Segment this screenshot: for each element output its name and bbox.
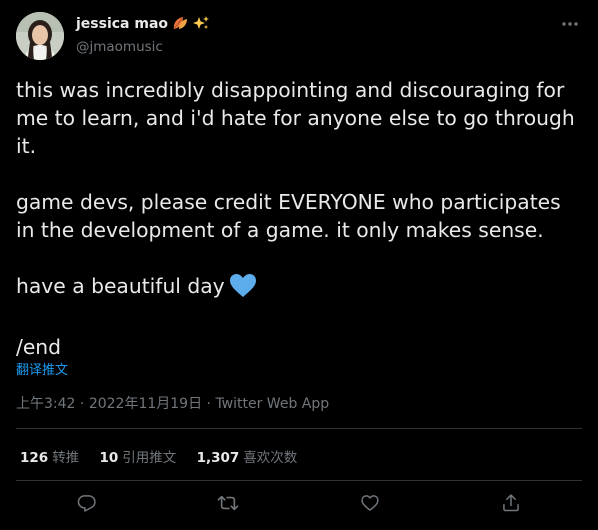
avatar[interactable] [16,12,64,60]
author-block: jessica mao @jmaomusic [76,14,210,57]
sparkles-icon [192,15,210,37]
tweet-header: jessica mao @jmaomusic [16,12,582,62]
share-button[interactable] [496,490,526,520]
reply-icon [77,493,97,517]
quotes-stat[interactable]: 10 引用推文 [99,446,176,466]
like-icon [360,493,380,517]
tweet-source[interactable]: Twitter Web App [215,396,329,412]
tweet-paragraph: game devs, please credit EVERYONE who pa… [16,190,561,242]
display-name[interactable]: jessica mao [76,16,168,32]
tweet-paragraph: this was incredibly disappointing and di… [16,78,575,158]
like-button[interactable] [355,490,385,520]
retweet-button[interactable] [213,490,243,520]
divider [16,428,582,429]
tweet-text: this was incredibly disappointing and di… [16,76,582,361]
tweet: jessica mao @jmaomusic this was incredib… [0,0,598,530]
tweet-meta: 上午3:42 · 2022年11月19日 · Twitter Web App [16,393,329,413]
divider [16,480,582,481]
likes-stat[interactable]: 1,307 喜欢次数 [197,446,298,466]
more-options-button[interactable] [558,14,582,38]
more-dots-icon [561,15,579,37]
blue-heart-icon [229,273,257,305]
share-icon [501,493,521,517]
handle[interactable]: @jmaomusic [76,37,210,57]
tweet-stats: 126 转推 10 引用推文 1,307 喜欢次数 [20,446,313,466]
retweets-stat[interactable]: 126 转推 [20,446,79,466]
tweet-paragraph-with-emoji: have a beautiful day [16,272,582,305]
retweet-icon [217,493,239,517]
translate-tweet-link[interactable]: 翻译推文 [16,359,68,378]
tweet-time[interactable]: 上午3:42 · 2022年11月19日 [16,396,202,412]
reply-button[interactable] [72,490,102,520]
tweet-paragraph: /end [16,335,62,359]
leaf-icon [171,15,189,37]
meta-separator: · [202,396,216,412]
tweet-paragraph: have a beautiful day [16,274,225,298]
tweet-actions [16,490,582,520]
